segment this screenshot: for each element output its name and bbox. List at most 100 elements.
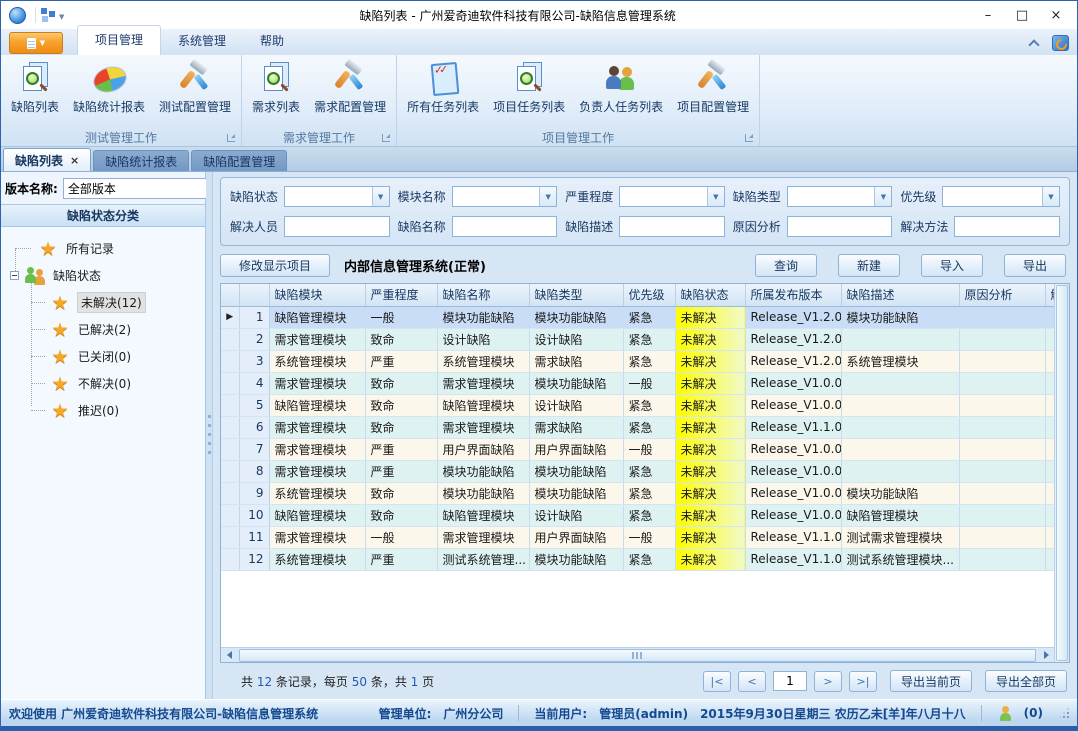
cell-status[interactable]: 未解决 <box>675 438 745 460</box>
vertical-scrollbar-thumb[interactable] <box>1056 285 1068 661</box>
defect-row[interactable]: 5缺陷管理模块致命缺陷管理模块设计缺陷紧急未解决Release_V1.0.0 <box>221 394 1054 416</box>
cell-version[interactable]: Release_V1.1.0 <box>745 548 841 570</box>
cell-cause[interactable] <box>959 438 1045 460</box>
cell-version[interactable]: Release_V1.0.0 <box>745 372 841 394</box>
sidebar-splitter[interactable] <box>206 172 213 699</box>
cell-priority[interactable]: 紧急 <box>623 394 675 416</box>
header-priority[interactable]: 优先级 <box>623 284 675 306</box>
cell-solution[interactable] <box>1045 526 1054 548</box>
module-name-dropdown[interactable]: ▼ <box>452 186 558 207</box>
cell-description[interactable]: 模块功能缺陷 <box>841 306 959 328</box>
next-page-button[interactable]: > <box>814 671 842 692</box>
chevron-down-icon[interactable]: ▼ <box>874 187 891 206</box>
ribbon-tab-system-management[interactable]: 系统管理 <box>161 27 243 55</box>
cell-module[interactable]: 需求管理模块 <box>269 328 365 350</box>
cell-status[interactable]: 未解决 <box>675 306 745 328</box>
cell-type[interactable]: 模块功能缺陷 <box>529 306 623 328</box>
cell-module[interactable]: 系统管理模块 <box>269 482 365 504</box>
cell-module[interactable]: 系统管理模块 <box>269 548 365 570</box>
cell-cause[interactable] <box>959 482 1045 504</box>
cell-type[interactable]: 需求缺陷 <box>529 416 623 438</box>
cell-solution[interactable] <box>1045 548 1054 570</box>
cell-version[interactable]: Release_V1.2.0 <box>745 350 841 372</box>
cell-priority[interactable]: 紧急 <box>623 504 675 526</box>
application-menu-button[interactable]: ▼ <box>9 32 63 54</box>
cell-severity[interactable]: 一般 <box>365 526 437 548</box>
cell-severity[interactable]: 严重 <box>365 438 437 460</box>
cell-severity[interactable]: 严重 <box>365 460 437 482</box>
header-defect-name[interactable]: 缺陷名称 <box>437 284 529 306</box>
cell-cause[interactable] <box>959 372 1045 394</box>
last-page-button[interactable]: >| <box>849 671 877 692</box>
cell-status[interactable]: 未解决 <box>675 548 745 570</box>
cell-status[interactable]: 未解决 <box>675 350 745 372</box>
cell-type[interactable]: 用户界面缺陷 <box>529 438 623 460</box>
horizontal-scrollbar[interactable] <box>221 647 1054 662</box>
ribbon-button-all-tasks[interactable]: 所有任务列表 <box>400 58 486 118</box>
cell-name[interactable]: 模块功能缺陷 <box>437 306 529 328</box>
cell-type[interactable]: 用户界面缺陷 <box>529 526 623 548</box>
cell-solution[interactable] <box>1045 372 1054 394</box>
cell-solution[interactable] <box>1045 394 1054 416</box>
cell-description[interactable] <box>841 438 959 460</box>
cell-name[interactable]: 模块功能缺陷 <box>437 460 529 482</box>
maximize-button[interactable]: □ <box>1005 4 1039 26</box>
cell-type[interactable]: 模块功能缺陷 <box>529 482 623 504</box>
cell-solution[interactable] <box>1045 482 1054 504</box>
cell-version[interactable]: Release_V1.1.0 <box>745 526 841 548</box>
defect-row[interactable]: 2需求管理模块致命设计缺陷设计缺陷紧急未解决Release_V1.2.0 <box>221 328 1054 350</box>
defect-row[interactable]: 11需求管理模块一般需求管理模块用户界面缺陷一般未解决Release_V1.1.… <box>221 526 1054 548</box>
cell-severity[interactable]: 严重 <box>365 548 437 570</box>
import-button[interactable]: 导入 <box>921 254 983 277</box>
cell-priority[interactable]: 一般 <box>623 526 675 548</box>
cell-type[interactable]: 模块功能缺陷 <box>529 460 623 482</box>
priority-dropdown[interactable]: ▼ <box>942 186 1060 207</box>
cell-severity[interactable]: 致命 <box>365 482 437 504</box>
cell-cause[interactable] <box>959 460 1045 482</box>
cell-solution[interactable] <box>1045 328 1054 350</box>
minimize-button[interactable]: – <box>971 4 1005 26</box>
scroll-left-icon[interactable] <box>221 648 237 662</box>
tree-item-defect-status[interactable]: 缺陷状态 <box>1 262 205 289</box>
cause-analysis-field[interactable] <box>787 216 893 237</box>
cell-name[interactable]: 缺陷管理模块 <box>437 394 529 416</box>
defect-row[interactable]: 12系统管理模块严重测试系统管理...模块功能缺陷紧急未解决Release_V1… <box>221 548 1054 570</box>
tree-item-resolved[interactable]: 已解决(2) <box>1 316 205 343</box>
tree-item-wont-fix[interactable]: 不解决(0) <box>1 370 205 397</box>
ribbon-button-defect-list[interactable]: 缺陷列表 <box>4 58 66 118</box>
cell-status[interactable]: 未解决 <box>675 416 745 438</box>
cell-description[interactable]: 缺陷管理模块 <box>841 504 959 526</box>
cell-module[interactable]: 需求管理模块 <box>269 526 365 548</box>
cell-version[interactable]: Release_V1.2.0 <box>745 328 841 350</box>
cell-name[interactable]: 需求管理模块 <box>437 372 529 394</box>
cell-module[interactable]: 缺陷管理模块 <box>269 504 365 526</box>
header-solution[interactable]: 解决方法 <box>1045 284 1054 306</box>
chevron-down-icon[interactable]: ▼ <box>1042 187 1059 206</box>
cell-description[interactable] <box>841 460 959 482</box>
quick-access-icon[interactable] <box>41 8 55 22</box>
cell-description[interactable]: 测试系统管理模块... <box>841 548 959 570</box>
cell-severity[interactable]: 致命 <box>365 372 437 394</box>
severity-dropdown[interactable]: ▼ <box>619 186 725 207</box>
cell-status[interactable]: 未解决 <box>675 372 745 394</box>
dialog-launcher-icon[interactable] <box>745 134 753 142</box>
cell-module[interactable]: 需求管理模块 <box>269 460 365 482</box>
header-defect-description[interactable]: 缺陷描述 <box>841 284 959 306</box>
cell-severity[interactable]: 一般 <box>365 306 437 328</box>
defect-row[interactable]: 9系统管理模块致命模块功能缺陷模块功能缺陷紧急未解决Release_V1.0.0… <box>221 482 1054 504</box>
tree-item-all-records[interactable]: 所有记录 <box>1 235 205 262</box>
ribbon-button-defect-statistics[interactable]: 缺陷统计报表 <box>66 58 152 118</box>
defect-row[interactable]: 6需求管理模块致命需求管理模块需求缺陷紧急未解决Release_V1.1.0 <box>221 416 1054 438</box>
cell-priority[interactable]: 紧急 <box>623 350 675 372</box>
cell-type[interactable]: 设计缺陷 <box>529 394 623 416</box>
cell-priority[interactable]: 紧急 <box>623 416 675 438</box>
cell-severity[interactable]: 致命 <box>365 416 437 438</box>
collapse-ribbon-icon[interactable] <box>1028 39 1039 50</box>
cell-version[interactable]: Release_V1.0.0 <box>745 504 841 526</box>
chevron-down-icon[interactable]: ▼ <box>707 187 724 206</box>
cell-solution[interactable] <box>1045 350 1054 372</box>
cell-module[interactable]: 需求管理模块 <box>269 372 365 394</box>
defect-row[interactable]: 7需求管理模块严重用户界面缺陷用户界面缺陷一般未解决Release_V1.0.0 <box>221 438 1054 460</box>
cell-description[interactable] <box>841 394 959 416</box>
cell-status[interactable]: 未解决 <box>675 460 745 482</box>
